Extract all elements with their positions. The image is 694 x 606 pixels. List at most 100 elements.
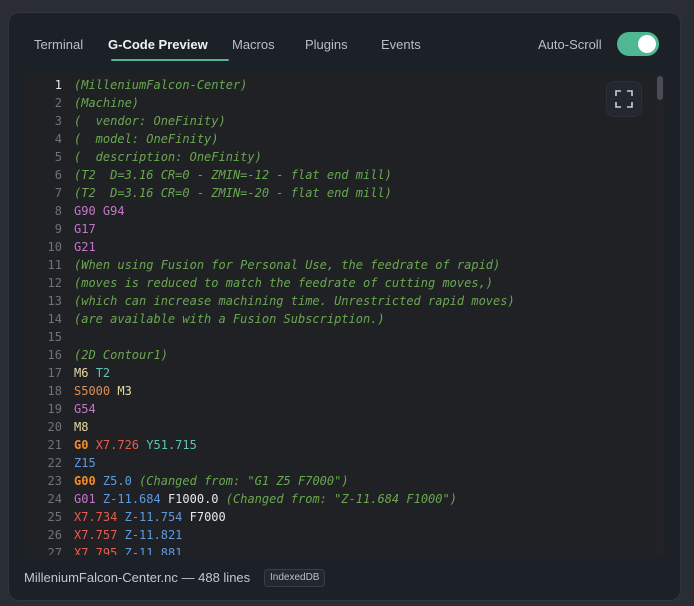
- gcode-panel: Terminal G-Code Preview Macros Plugins E…: [9, 13, 680, 600]
- code-line[interactable]: 27 X7.795 Z-11.881: [24, 544, 654, 555]
- gcode-token: T2: [95, 366, 111, 380]
- code-line[interactable]: 13 (which can increase machining time. Un…: [24, 292, 654, 310]
- gcode-token: Y51.715: [146, 438, 197, 452]
- toggle-knob: [638, 35, 656, 53]
- code-line[interactable]: 23 G00 Z5.0 (Changed from: "G1 Z5 F7000"): [24, 472, 654, 490]
- code-line[interactable]: 8 G90 G94: [24, 202, 654, 220]
- code-line[interactable]: 25 X7.734 Z-11.754 F7000: [24, 508, 654, 526]
- gcode-token: G21: [74, 240, 96, 254]
- code-line[interactable]: 15: [24, 328, 654, 346]
- gcode-comment: (2D Contour1): [74, 348, 168, 362]
- gcode-comment: ( description: OneFinity): [74, 150, 262, 164]
- gcode-comment: (Machine): [74, 96, 140, 110]
- gcode-token: Z5.0: [102, 474, 132, 488]
- gcode-token: X7.795: [74, 546, 118, 555]
- line-number: 7: [54, 186, 62, 200]
- gcode-comment: ( model: OneFinity): [74, 132, 219, 146]
- gcode-token: [117, 528, 124, 542]
- code-line[interactable]: 19 G54: [24, 400, 654, 418]
- gcode-token: F1000.0: [167, 492, 219, 506]
- line-number: 11: [47, 258, 62, 272]
- tab-terminal[interactable]: Terminal: [34, 35, 83, 63]
- tab-plugins[interactable]: Plugins: [305, 35, 348, 63]
- line-text: Z15: [74, 454, 96, 472]
- code-line[interactable]: 22 Z15: [24, 454, 654, 472]
- gcode-token: M8: [74, 420, 89, 434]
- gcode-comment: (are available with a Fusion Subscriptio…: [74, 312, 385, 326]
- gcode-comment: (Changed from: "Z-11.684 F1000"): [225, 492, 457, 506]
- line-text: (which can increase machining time. Unre…: [74, 292, 515, 310]
- line-number: 21: [47, 438, 62, 452]
- line-number: 24: [47, 492, 62, 506]
- gcode-token: [161, 492, 168, 506]
- line-number: 23: [47, 474, 62, 488]
- code-line[interactable]: 21 G0 X7.726 Y51.715: [24, 436, 654, 454]
- file-info: MilleniumFalcon-Center.nc — 488 lines: [24, 570, 251, 585]
- gcode-token: X7.757: [74, 528, 118, 542]
- editor-scrollbar[interactable]: [656, 74, 665, 555]
- code-line[interactable]: 6 (T2 D=3.16 CR=0 - ZMIN=-12 - flat end m…: [24, 166, 654, 184]
- gcode-token: [132, 474, 139, 488]
- gcode-token: M6: [74, 366, 89, 380]
- line-text: (2D Contour1): [74, 346, 168, 364]
- line-text: G54: [74, 400, 96, 418]
- line-text: ( vendor: OneFinity): [74, 112, 226, 130]
- line-number: 5: [54, 150, 62, 164]
- code-line[interactable]: 16 (2D Contour1): [24, 346, 654, 364]
- gcode-token: [96, 204, 103, 218]
- code-line[interactable]: 11 (When using Fusion for Personal Use, t…: [24, 256, 654, 274]
- line-text: G0 X7.726 Y51.715: [74, 436, 197, 454]
- line-number: 2: [54, 96, 62, 110]
- scrollbar-thumb[interactable]: [657, 76, 663, 100]
- gcode-token: G54: [74, 402, 96, 416]
- code-line[interactable]: 14 (are available with a Fusion Subscript…: [24, 310, 654, 328]
- code-line[interactable]: 7 (T2 D=3.16 CR=0 - ZMIN=-20 - flat end m…: [24, 184, 654, 202]
- line-number: 4: [54, 132, 62, 146]
- code-line[interactable]: 2 (Machine): [24, 94, 654, 112]
- code-line[interactable]: 5 ( description: OneFinity): [24, 148, 654, 166]
- code-line[interactable]: 17 M6 T2: [24, 364, 654, 382]
- code-line[interactable]: 18 S5000 M3: [24, 382, 654, 400]
- gcode-token: F7000: [189, 510, 226, 524]
- code-line[interactable]: 1 (MilleniumFalcon-Center): [24, 76, 654, 94]
- gcode-token: G0: [74, 438, 89, 452]
- line-number: 20: [47, 420, 62, 434]
- line-text: G17: [74, 220, 96, 238]
- code-line[interactable]: 20 M8: [24, 418, 654, 436]
- tab-macros[interactable]: Macros: [232, 35, 275, 63]
- gcode-editor[interactable]: 1 (MilleniumFalcon-Center) 2 (Machine) 3 ( ve…: [24, 74, 665, 555]
- code-line[interactable]: 12 (moves is reduced to match the feedrat…: [24, 274, 654, 292]
- gcode-token: Z-11.684: [102, 492, 161, 506]
- line-text: (are available with a Fusion Subscriptio…: [74, 310, 385, 328]
- gcode-token: X7.726: [95, 438, 140, 452]
- line-text: ( model: OneFinity): [74, 130, 219, 148]
- line-text: (When using Fusion for Personal Use, the…: [74, 256, 500, 274]
- line-text: (Machine): [74, 94, 139, 112]
- line-number: 18: [47, 384, 62, 398]
- gcode-token: [96, 492, 103, 506]
- gcode-token: Z15: [74, 456, 96, 470]
- line-number: 10: [47, 240, 62, 254]
- gcode-token: G17: [74, 222, 96, 236]
- line-number: 17: [47, 366, 62, 380]
- gcode-token: [219, 492, 226, 506]
- auto-scroll-toggle[interactable]: [617, 32, 659, 56]
- line-number: 16: [47, 348, 62, 362]
- gcode-token: [88, 438, 95, 452]
- tab-events[interactable]: Events: [381, 35, 421, 63]
- code-line[interactable]: 9 G17: [24, 220, 654, 238]
- line-text: G00 Z5.0 (Changed from: "G1 Z5 F7000"): [74, 472, 349, 490]
- fullscreen-button[interactable]: [607, 82, 641, 116]
- line-text: G21: [74, 238, 96, 256]
- line-text: G01 Z-11.684 F1000.0 (Changed from: "Z-1…: [74, 490, 457, 508]
- gcode-token: S5000: [74, 384, 111, 398]
- gcode-token: [117, 546, 124, 555]
- line-number: 6: [54, 168, 62, 182]
- code-line[interactable]: 3 ( vendor: OneFinity): [24, 112, 654, 130]
- code-line[interactable]: 26 X7.757 Z-11.821: [24, 526, 654, 544]
- gcode-token: G00: [74, 474, 96, 488]
- code-line[interactable]: 4 ( model: OneFinity): [24, 130, 654, 148]
- code-line[interactable]: 24 G01 Z-11.684 F1000.0 (Changed from: "Z…: [24, 490, 654, 508]
- line-text: X7.734 Z-11.754 F7000: [74, 508, 226, 526]
- code-line[interactable]: 10 G21: [24, 238, 654, 256]
